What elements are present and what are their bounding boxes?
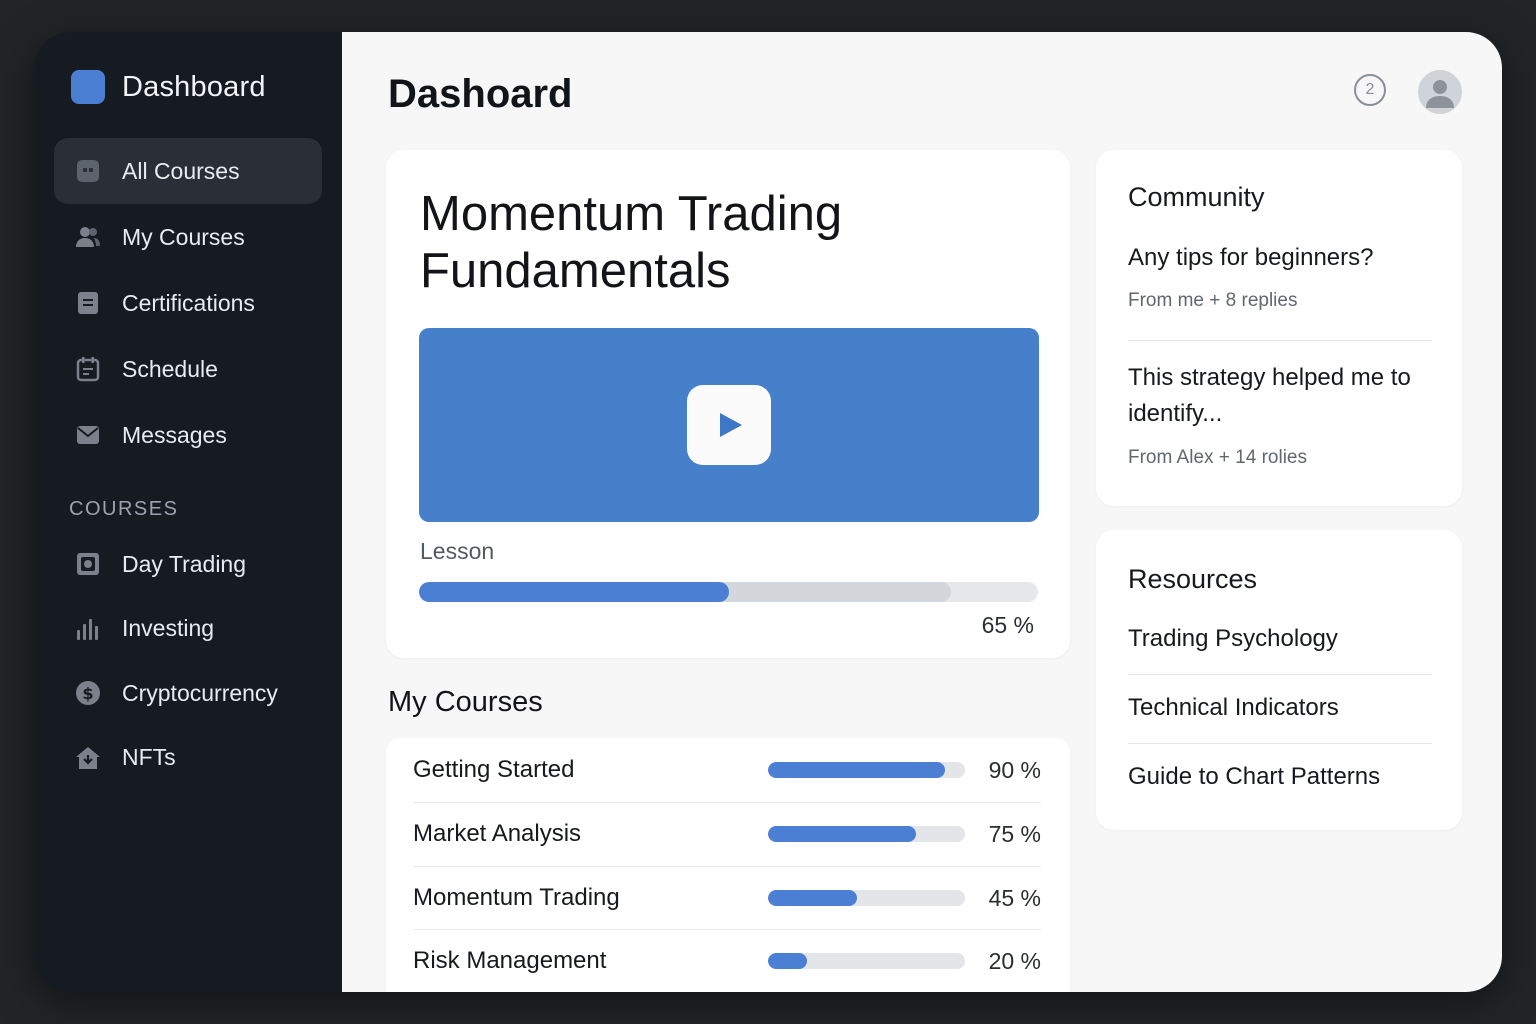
calendar-icon	[74, 355, 102, 383]
progress-fill	[768, 890, 857, 906]
course-progress-bar	[768, 762, 965, 778]
thread-divider	[1128, 340, 1432, 341]
resource-divider	[1128, 743, 1432, 744]
my-courses-heading: My Courses	[388, 686, 543, 718]
avatar[interactable]	[1418, 70, 1462, 114]
sidebar-item-all-courses[interactable]: All Courses	[54, 138, 322, 204]
lesson-progress-percent: 65 %	[981, 612, 1034, 638]
user-silhouette-icon	[1426, 80, 1454, 108]
play-icon	[720, 413, 742, 437]
svg-text:$: $	[82, 684, 93, 703]
thread-meta: From Alex + 14 rolies	[1128, 447, 1307, 468]
users-icon	[74, 223, 102, 251]
list-item[interactable]: Risk Management 20 %	[413, 929, 1041, 992]
house-download-icon	[74, 744, 102, 772]
featured-course-card: Momentum Trading Fundamentals Lesson 65 …	[386, 150, 1070, 658]
resource-link[interactable]: Technical Indicators	[1128, 694, 1339, 722]
my-courses-list: Getting Started 90 % Market Analysis 75 …	[386, 738, 1070, 992]
help-badge-icon[interactable]: 2	[1354, 74, 1386, 106]
course-name: Momentum Trading	[413, 884, 620, 911]
sidebar-item-label: All Courses	[122, 157, 240, 184]
dollar-coin-icon: $	[74, 679, 102, 707]
brand-title: Dashboard	[122, 70, 266, 103]
resources-card: Resources Trading Psychology Technical I…	[1096, 530, 1462, 830]
resource-divider	[1128, 674, 1432, 675]
sidebar-item-day-trading[interactable]: Day Trading	[54, 532, 322, 597]
list-item[interactable]: Market Analysis 75 %	[413, 802, 1041, 866]
bar-chart-icon	[74, 615, 102, 643]
resources-title: Resources	[1128, 564, 1258, 594]
video-player[interactable]	[419, 328, 1039, 522]
progress-fill	[768, 762, 946, 778]
grid-icon	[74, 157, 102, 185]
square-target-icon	[74, 550, 102, 578]
sidebar-item-label: Certifications	[122, 289, 255, 316]
course-progress-percent: 75 %	[988, 820, 1041, 847]
course-progress-percent: 20 %	[988, 947, 1041, 974]
sidebar-item-nfts[interactable]: NFTs	[54, 726, 322, 791]
main-content: Dashoard 2 Momentum Trading Fundamentals…	[342, 32, 1502, 992]
sidebar-item-my-courses[interactable]: My Courses	[54, 204, 322, 270]
sidebar-item-label: Messages	[122, 421, 227, 448]
progress-fill	[768, 826, 916, 842]
course-progress-bar	[768, 826, 965, 842]
sidebar-item-label: Investing	[122, 615, 215, 642]
sidebar-item-cryptocurrency[interactable]: $ Cryptocurrency	[54, 661, 322, 726]
sidebar-item-label: NFTs	[122, 744, 176, 771]
progress-fill	[768, 953, 808, 969]
course-name: Getting Started	[413, 756, 575, 783]
brand[interactable]: Dashboard	[71, 70, 266, 104]
lesson-progress-bar	[419, 582, 1038, 602]
sidebar-item-label: Schedule	[122, 355, 218, 382]
course-name: Risk Management	[413, 947, 607, 974]
sidebar-item-label: My Courses	[122, 223, 245, 250]
community-card: Community Any tips for beginners? From m…	[1096, 150, 1462, 506]
thread-title[interactable]: This strategy helped me to identify...	[1128, 360, 1428, 432]
resource-link[interactable]: Guide to Chart Patterns	[1128, 763, 1380, 791]
courses-nav: Day Trading Investing $ Cryptocurrency N…	[54, 532, 322, 790]
sidebar-item-certifications[interactable]: Certifications	[54, 270, 322, 336]
course-progress-percent: 45 %	[988, 884, 1041, 911]
thread-meta: From me + 8 replies	[1128, 290, 1298, 311]
sidebar: Dashboard All Courses My Courses Certifi…	[34, 32, 342, 992]
list-item[interactable]: Getting Started 90 %	[413, 738, 1041, 802]
sidebar-item-schedule[interactable]: Schedule	[54, 336, 322, 402]
course-progress-percent: 90 %	[988, 756, 1041, 783]
progress-fill	[419, 582, 729, 602]
featured-course-title: Momentum Trading Fundamentals	[420, 187, 843, 298]
community-title: Community	[1128, 182, 1265, 212]
course-name: Market Analysis	[413, 820, 582, 847]
thread-title[interactable]: Any tips for beginners?	[1128, 240, 1428, 276]
resource-link[interactable]: Trading Psychology	[1128, 625, 1338, 653]
app-window: Dashboard All Courses My Courses Certifi…	[34, 32, 1502, 992]
brand-logo	[71, 70, 105, 104]
primary-nav: All Courses My Courses Certifications Sc…	[54, 138, 322, 468]
lesson-label: Lesson	[420, 538, 495, 564]
sidebar-item-label: Day Trading	[122, 550, 247, 577]
sidebar-item-label: Cryptocurrency	[122, 679, 278, 706]
page-title: Dashoard	[388, 72, 573, 116]
mail-icon	[74, 421, 102, 449]
play-button[interactable]	[687, 385, 771, 465]
list-item[interactable]: Momentum Trading 45 %	[413, 866, 1041, 930]
document-icon	[74, 289, 102, 317]
sidebar-item-messages[interactable]: Messages	[54, 402, 322, 468]
section-label-courses: COURSES	[69, 498, 179, 520]
course-progress-bar	[768, 890, 965, 906]
sidebar-item-investing[interactable]: Investing	[54, 597, 322, 662]
course-progress-bar	[768, 953, 965, 969]
